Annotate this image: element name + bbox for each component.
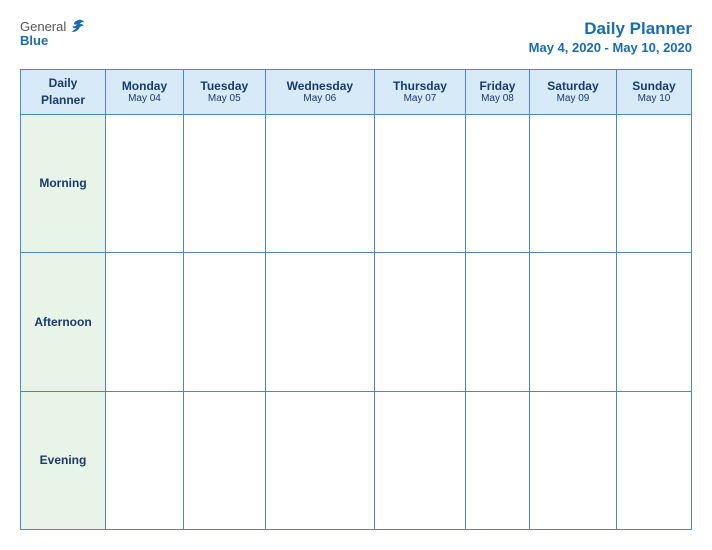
afternoon-row: Afternoon	[21, 253, 692, 391]
evening-wednesday-cell[interactable]	[265, 391, 374, 529]
afternoon-wednesday-cell[interactable]	[265, 253, 374, 391]
friday-date: May 08	[469, 93, 526, 104]
morning-thursday-cell[interactable]	[375, 114, 466, 252]
header: General Blue Daily Planner May 4, 2020 -…	[20, 18, 692, 57]
header-tuesday: Tuesday May 05	[183, 69, 265, 114]
header-sunday: Sunday May 10	[616, 69, 691, 114]
thursday-date: May 07	[378, 93, 462, 104]
page-title: Daily Planner	[529, 18, 692, 40]
evening-saturday-cell[interactable]	[530, 391, 617, 529]
evening-row: Evening	[21, 391, 692, 529]
header-saturday: Saturday May 09	[530, 69, 617, 114]
afternoon-thursday-cell[interactable]	[375, 253, 466, 391]
morning-tuesday-cell[interactable]	[183, 114, 265, 252]
wednesday-date: May 06	[269, 93, 371, 104]
wednesday-name: Wednesday	[269, 79, 371, 93]
date-range: May 4, 2020 - May 10, 2020	[529, 40, 692, 57]
afternoon-label: Afternoon	[21, 253, 106, 391]
morning-row: Morning	[21, 114, 692, 252]
page: General Blue Daily Planner May 4, 2020 -…	[0, 0, 712, 550]
header-monday: Monday May 04	[106, 69, 184, 114]
evening-sunday-cell[interactable]	[616, 391, 691, 529]
logo-bird-icon	[68, 18, 86, 36]
evening-monday-cell[interactable]	[106, 391, 184, 529]
afternoon-monday-cell[interactable]	[106, 253, 184, 391]
morning-monday-cell[interactable]	[106, 114, 184, 252]
afternoon-tuesday-cell[interactable]	[183, 253, 265, 391]
header-label-cell: DailyPlanner	[21, 69, 106, 114]
logo: General Blue	[20, 18, 86, 47]
tuesday-date: May 05	[187, 93, 262, 104]
header-thursday: Thursday May 07	[375, 69, 466, 114]
morning-saturday-cell[interactable]	[530, 114, 617, 252]
header-wednesday: Wednesday May 06	[265, 69, 374, 114]
morning-sunday-cell[interactable]	[616, 114, 691, 252]
evening-label: Evening	[21, 391, 106, 529]
friday-name: Friday	[469, 79, 526, 93]
thursday-name: Thursday	[378, 79, 462, 93]
evening-tuesday-cell[interactable]	[183, 391, 265, 529]
sunday-name: Sunday	[620, 79, 688, 93]
header-label-text: DailyPlanner	[41, 76, 85, 107]
saturday-name: Saturday	[533, 79, 613, 93]
sunday-date: May 10	[620, 93, 688, 104]
tuesday-name: Tuesday	[187, 79, 262, 93]
table-header-row: DailyPlanner Monday May 04 Tuesday May 0…	[21, 69, 692, 114]
saturday-date: May 09	[533, 93, 613, 104]
morning-friday-cell[interactable]	[465, 114, 529, 252]
afternoon-friday-cell[interactable]	[465, 253, 529, 391]
logo-text-blue: Blue	[20, 34, 48, 47]
monday-name: Monday	[109, 79, 180, 93]
evening-thursday-cell[interactable]	[375, 391, 466, 529]
title-block: Daily Planner May 4, 2020 - May 10, 2020	[529, 18, 692, 57]
afternoon-sunday-cell[interactable]	[616, 253, 691, 391]
morning-wednesday-cell[interactable]	[265, 114, 374, 252]
morning-label: Morning	[21, 114, 106, 252]
planner-table: DailyPlanner Monday May 04 Tuesday May 0…	[20, 69, 692, 530]
monday-date: May 04	[109, 93, 180, 104]
logo-text-general: General	[20, 20, 66, 33]
header-friday: Friday May 08	[465, 69, 529, 114]
afternoon-saturday-cell[interactable]	[530, 253, 617, 391]
evening-friday-cell[interactable]	[465, 391, 529, 529]
